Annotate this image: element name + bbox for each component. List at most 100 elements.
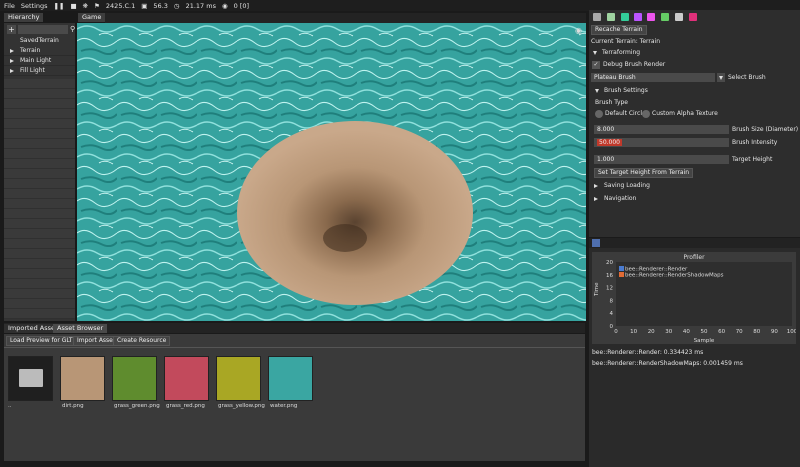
stat-render: bee::Renderer::Render: 0.334423 ms [592, 349, 704, 356]
hierarchy-empty-row [4, 79, 75, 89]
brush-intensity-slider[interactable]: 50.000 [594, 138, 729, 147]
brush-size-input[interactable]: 8.000 [594, 125, 729, 134]
hierarchy-empty-row [4, 249, 75, 259]
x-axis-label: Sample [694, 338, 715, 344]
hierarchy-item-main-light[interactable]: Main Light [4, 56, 75, 66]
collapse-icon [593, 50, 597, 55]
hierarchy-empty-row [4, 159, 75, 169]
hierarchy-empty-row [4, 119, 75, 129]
tag-value: 2425.C.1 [105, 1, 136, 10]
set-target-height-button[interactable]: Set Target Height From Terrain [594, 168, 694, 178]
asset-thumbnail[interactable] [164, 356, 209, 401]
profiler-tabbar [589, 238, 800, 248]
create-resource-button[interactable]: Create Resource [113, 336, 171, 346]
hierarchy-empty-row [4, 149, 75, 159]
x-tick-label: 70 [736, 329, 743, 335]
asset-thumbnail[interactable] [60, 356, 105, 401]
stat-shadow-maps: bee::Renderer::RenderShadowMaps: 0.00145… [592, 360, 743, 367]
image-icon[interactable] [647, 13, 655, 21]
game-tabbar [105, 13, 586, 23]
search-icon[interactable]: ⚲ [70, 25, 75, 34]
dirt-crater [237, 121, 473, 305]
search-input[interactable] [18, 25, 68, 34]
hierarchy-item-fill-light[interactable]: Fill Light [4, 66, 75, 76]
chart-icon[interactable] [592, 239, 600, 247]
debug-brush-checkbox[interactable]: ✓ [592, 61, 600, 69]
hierarchy-empty-row [4, 309, 75, 319]
expand-icon[interactable] [10, 58, 14, 63]
x-tick-label: 90 [771, 329, 778, 335]
tab-game[interactable]: Game [78, 13, 106, 22]
page-icon[interactable] [634, 13, 642, 21]
asset-thumbnail[interactable] [216, 356, 261, 401]
asset-thumbnail[interactable] [268, 356, 313, 401]
road-icon[interactable] [661, 13, 669, 21]
hierarchy-tool-icon[interactable] [593, 13, 601, 21]
game-viewport[interactable]: ◉ [77, 23, 586, 321]
y-axis-label: Time [594, 282, 600, 297]
users-icon[interactable] [675, 13, 683, 21]
chevron-down-icon[interactable] [717, 73, 725, 82]
recache-terrain-button[interactable]: Recache Terrain [591, 25, 647, 35]
tab-asset-browser[interactable]: Asset Browser [53, 324, 108, 333]
fps-value: 56.3 [153, 1, 168, 10]
hierarchy-empty-row [4, 129, 75, 139]
hierarchy-panel: + ⚲ SavedTerrain Terrain Main Light Fill… [4, 23, 75, 321]
clock-icon: ◷ [173, 1, 180, 10]
hierarchy-empty-row [4, 139, 75, 149]
menu-settings[interactable]: Settings [21, 2, 48, 10]
load-preview-button[interactable]: Load Preview for GLTFs [6, 336, 84, 346]
hierarchy-empty-row [4, 239, 75, 249]
y-tick-label: 8 [610, 298, 614, 304]
profiler-panel: Profiler 20 16 12 8 4 0 0 10 20 30 40 50 60 70 80 90 10… [589, 238, 800, 467]
expand-icon [594, 196, 598, 201]
tab-hierarchy[interactable]: Hierarchy [4, 13, 44, 22]
bug-icon[interactable]: ❋ [83, 2, 88, 10]
x-tick-label: 60 [718, 329, 725, 335]
globe-icon[interactable] [621, 13, 629, 21]
stop-icon[interactable]: ■ [70, 2, 76, 10]
y-tick-label: 16 [606, 273, 613, 279]
target-height-input[interactable]: 1.000 [594, 155, 729, 164]
brush-select[interactable]: Plateau Brush [591, 73, 715, 82]
folder-up-icon[interactable] [8, 356, 53, 401]
scene-name: SavedTerrain [20, 37, 59, 44]
radio-default-circle[interactable] [595, 110, 603, 118]
pause-icon[interactable]: ❚❚ [54, 2, 65, 10]
x-tick-label: 40 [683, 329, 690, 335]
x-tick-label: 0 [614, 329, 618, 335]
intensity-value: 50.000 [597, 139, 622, 146]
hierarchy-empty-row [4, 179, 75, 189]
terraforming-header[interactable]: Terraforming [593, 49, 640, 56]
screenshot-icon[interactable]: ◉ [575, 26, 582, 35]
asset-name: grass_green.png [114, 403, 160, 409]
gamepad-icon[interactable] [607, 13, 615, 21]
brush-size-label: Brush Size (Diameter) [732, 126, 799, 133]
asset-thumbnail[interactable] [112, 356, 157, 401]
navigation-header[interactable]: Navigation [594, 195, 636, 202]
x-tick-label: 100 [787, 329, 796, 335]
folder-icon [19, 369, 43, 387]
hierarchy-empty-row [4, 289, 75, 299]
assets-toolbar-divider [4, 347, 585, 348]
radio-custom-alpha[interactable] [642, 110, 650, 118]
menu-file[interactable]: File [4, 2, 15, 10]
add-entity-button[interactable]: + [7, 25, 16, 34]
hierarchy-empty-row [4, 209, 75, 219]
asset-browser: Load Preview for GLTFs Import Asset Crea… [4, 334, 585, 461]
debug-brush-label: Debug Brush Render [603, 61, 666, 68]
expand-icon[interactable] [10, 68, 14, 73]
brush-settings-header[interactable]: Brush Settings [595, 87, 648, 94]
saving-loading-header[interactable]: Saving Loading [594, 182, 650, 189]
select-brush-label: Select Brush [728, 74, 766, 81]
expand-icon[interactable] [10, 48, 14, 53]
hierarchy-item-terrain[interactable]: Terrain [4, 46, 75, 56]
filter-icon[interactable] [689, 13, 697, 21]
x-tick-label: 10 [630, 329, 637, 335]
current-terrain-label: Current Terrain: Terrain [591, 38, 660, 45]
camera-icon: ◉ [221, 1, 228, 10]
hierarchy-empty-row [4, 169, 75, 179]
default-circle-label: Default Circle [605, 110, 646, 117]
tag-icon: ⚑ [94, 1, 100, 10]
hierarchy-empty-row [4, 109, 75, 119]
